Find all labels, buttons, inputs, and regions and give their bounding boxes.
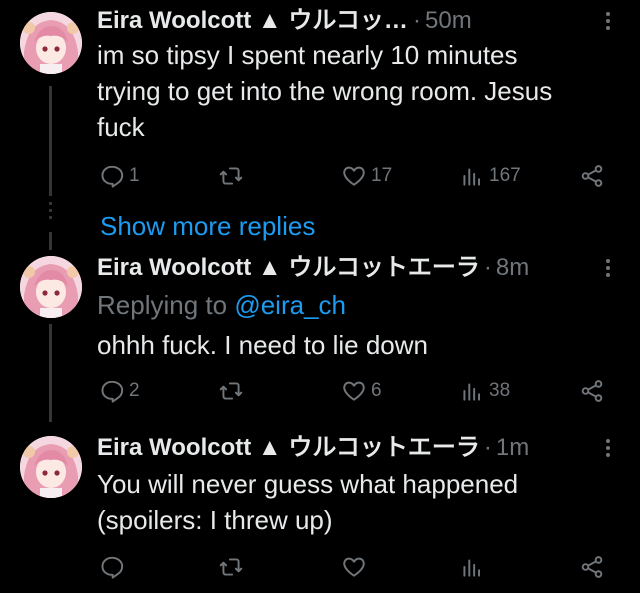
tweet[interactable]: Eira Woolcott ▲ ウルコットエーラ · 1m You will ne…: [0, 430, 640, 593]
timestamp[interactable]: · 50m: [409, 6, 472, 36]
avatar[interactable]: [20, 436, 82, 498]
view-count: 38: [489, 380, 511, 401]
retweet-button[interactable]: [218, 552, 248, 582]
tweet-text: ohhh fuck. I need to lie down: [97, 330, 429, 360]
reply-icon: [101, 380, 124, 403]
share-icon: [581, 165, 603, 187]
tweet-actions: 1 17 167: [97, 161, 617, 191]
views-button[interactable]: [459, 552, 489, 582]
retweet-icon: [219, 558, 243, 576]
reply-icon: [101, 165, 124, 188]
share-button[interactable]: [579, 376, 605, 406]
thread-dots: [49, 202, 52, 223]
mention-link[interactable]: @eira_ch: [234, 290, 346, 320]
views-button[interactable]: 167: [459, 161, 521, 191]
share-button[interactable]: [579, 161, 605, 191]
reply-button[interactable]: [99, 552, 129, 582]
views-icon: [463, 383, 481, 401]
show-more-replies-link[interactable]: Show more replies: [100, 210, 315, 242]
tweet-actions: [97, 552, 617, 582]
share-icon: [581, 556, 603, 578]
heart-icon: [343, 166, 365, 186]
tweet-text: im so tipsy I spent nearly 10 minutes tr…: [97, 40, 553, 142]
tweet-header: Eira Woolcott ▲ ウルコットエーラ · 8m: [97, 253, 529, 283]
like-count: 6: [371, 380, 382, 401]
like-button[interactable]: 17: [341, 161, 392, 191]
display-name[interactable]: Eira Woolcott ▲ ウルコットエ...: [97, 6, 409, 36]
heart-icon: [343, 381, 365, 401]
retweet-button[interactable]: [218, 161, 248, 191]
thread-line: [49, 232, 52, 250]
retweet-button[interactable]: [218, 376, 248, 406]
more-icon[interactable]: [598, 433, 618, 463]
retweet-icon: [219, 382, 243, 400]
reply-button[interactable]: 2: [99, 376, 140, 406]
tweet-header: Eira Woolcott ▲ ウルコットエーラ · 1m: [97, 433, 529, 463]
heart-icon: [343, 557, 365, 577]
display-name[interactable]: Eira Woolcott ▲ ウルコットエーラ: [97, 253, 480, 283]
replying-to: Replying to @eira_ch: [97, 290, 346, 320]
timestamp[interactable]: · 1m: [480, 433, 529, 463]
tweet-actions: 2 6 38: [97, 376, 617, 406]
display-name[interactable]: Eira Woolcott ▲ ウルコットエーラ: [97, 433, 480, 463]
tweet[interactable]: Eira Woolcott ▲ ウルコットエーラ · 8m Replying to…: [0, 250, 640, 420]
like-count: 17: [371, 165, 393, 186]
like-button[interactable]: 6: [341, 376, 382, 406]
reply-icon: [101, 556, 124, 579]
reply-count: 2: [129, 380, 140, 401]
like-button[interactable]: [341, 552, 371, 582]
avatar[interactable]: [20, 256, 82, 318]
reply-count: 1: [129, 165, 140, 186]
reply-button[interactable]: 1: [99, 161, 140, 191]
tweet[interactable]: Eira Woolcott ▲ ウルコットエ... ·50m im so tip…: [0, 0, 640, 200]
thread: Eira Woolcott ▲ ウルコットエ... ·50m im so tip…: [0, 0, 640, 593]
tweet-header: Eira Woolcott ▲ ウルコットエ... ·50m: [97, 6, 472, 36]
views-icon: [463, 559, 481, 577]
more-icon[interactable]: [598, 6, 618, 36]
tweet-text: You will never guess what happened (spoi…: [97, 469, 519, 535]
avatar[interactable]: [20, 12, 82, 74]
share-button[interactable]: [579, 552, 605, 582]
more-icon[interactable]: [598, 253, 618, 283]
share-icon: [581, 380, 603, 402]
view-count: 167: [489, 165, 521, 186]
retweet-icon: [219, 167, 243, 185]
views-button[interactable]: 38: [459, 376, 510, 406]
views-icon: [463, 168, 481, 186]
timestamp[interactable]: · 8m: [480, 253, 529, 283]
